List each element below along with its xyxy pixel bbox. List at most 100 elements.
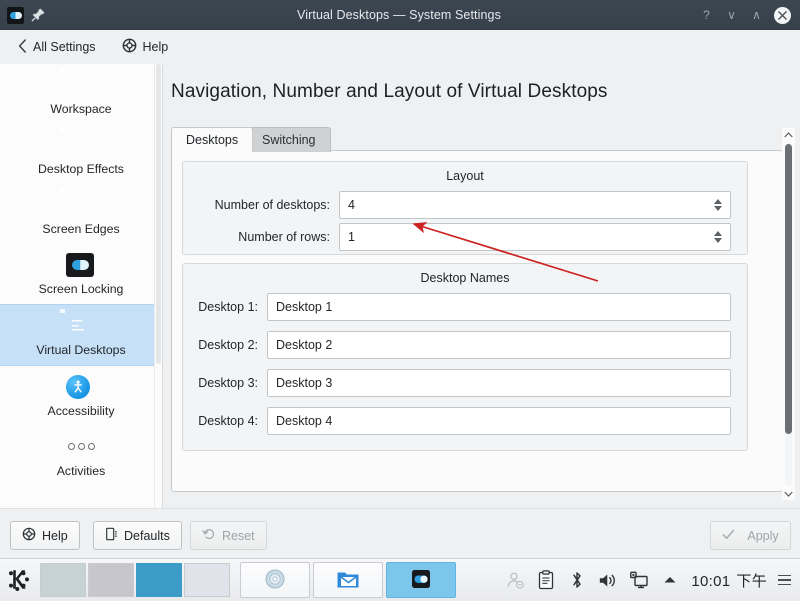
desktop-4-label: Desktop 4:	[198, 414, 258, 428]
checkmark-icon	[722, 528, 735, 544]
minimize-button[interactable]: ∨	[724, 8, 739, 23]
accessibility-icon	[66, 374, 96, 401]
apply-button[interactable]: Apply	[710, 521, 791, 550]
desktop-pager	[38, 563, 230, 597]
number-of-rows-input[interactable]	[340, 224, 730, 250]
desktop-names-group: Desktop Names Desktop 1: Desktop 2: Desk…	[182, 263, 748, 451]
help-button-label: Help	[42, 528, 68, 543]
number-of-rows-label: Number of rows:	[238, 230, 330, 244]
activities-dots-icon	[66, 435, 96, 461]
system-settings-icon	[409, 567, 433, 594]
screen-locking-icon	[66, 252, 96, 279]
sidebar-item-workspace[interactable]: Workspace	[0, 64, 162, 124]
workspace-icon	[60, 67, 96, 99]
task-button-mail[interactable]	[313, 562, 383, 598]
taskbar-clock[interactable]: 10:01 下午	[691, 570, 767, 591]
pager-desktop-1[interactable]	[40, 563, 86, 597]
task-button-system-settings[interactable]	[386, 562, 456, 598]
all-settings-label: All Settings	[33, 40, 96, 54]
sidebar-item-label: Screen Locking	[38, 281, 124, 296]
desktop-1-field[interactable]	[267, 293, 731, 321]
desktop-3-input[interactable]	[268, 370, 730, 396]
pin-icon[interactable]	[30, 7, 46, 23]
user-offline-icon[interactable]	[505, 569, 525, 591]
tab-desktops[interactable]: Desktops	[171, 127, 254, 152]
help-button-bottom[interactable]: Help	[10, 521, 80, 550]
toolbar-help-button[interactable]: Help	[116, 35, 175, 59]
main-scrollbar[interactable]	[782, 128, 795, 500]
defaults-button-label: Defaults	[124, 528, 170, 543]
bluetooth-icon[interactable]	[567, 569, 587, 591]
desktop-3-field[interactable]	[267, 369, 731, 397]
show-hidden-icon[interactable]	[660, 569, 680, 591]
scroll-up-icon[interactable]	[782, 128, 795, 141]
sidebar-scrollbar[interactable]	[154, 64, 162, 508]
window-title: Virtual Desktops — System Settings	[297, 8, 501, 22]
sidebar-item-screen-edges[interactable]: Screen Edges	[0, 184, 162, 244]
desktop-2-input[interactable]	[268, 332, 730, 358]
desktop-1-input[interactable]	[268, 294, 730, 320]
number-of-desktops-label: Number of desktops:	[214, 198, 330, 212]
help-button[interactable]: ?	[699, 8, 714, 23]
layout-group: Layout Number of desktops: Number of row…	[182, 161, 748, 255]
clipboard-icon[interactable]	[536, 569, 556, 591]
sidebar-item-desktop-effects[interactable]: Desktop Effects	[0, 124, 162, 184]
scrollbar-thumb[interactable]	[785, 144, 792, 434]
desktop-4-field[interactable]	[267, 407, 731, 435]
defaults-button[interactable]: Defaults	[93, 521, 182, 550]
stepper-arrows-icon[interactable]	[711, 227, 724, 247]
network-icon[interactable]	[629, 569, 649, 591]
virtual-desktops-icon	[60, 308, 96, 340]
sidebar-item-label: Workspace	[50, 101, 112, 116]
sidebar-item-label: Accessibility	[47, 403, 115, 418]
maximize-button[interactable]: ∧	[749, 8, 764, 23]
sidebar-item-label: Screen Edges	[42, 221, 120, 236]
number-of-rows-stepper[interactable]	[339, 223, 731, 251]
pager-desktop-2[interactable]	[88, 563, 134, 597]
sidebar-item-label: Desktop Effects	[38, 161, 124, 176]
reset-button[interactable]: Reset	[190, 521, 267, 550]
layout-group-title: Layout	[446, 169, 484, 183]
kde-k-menu-icon[interactable]	[0, 559, 38, 601]
task-button-disc[interactable]	[240, 562, 310, 598]
desktop-2-field[interactable]	[267, 331, 731, 359]
all-settings-button[interactable]: All Settings	[12, 36, 102, 59]
screen-edges-icon	[60, 187, 96, 219]
apply-button-label: Apply	[747, 528, 779, 543]
disc-icon	[263, 567, 287, 594]
desktop-2-label: Desktop 2:	[198, 338, 258, 352]
sidebar-item-virtual-desktops[interactable]: Virtual Desktops	[0, 304, 162, 366]
app-toolbar: All Settings Help	[0, 30, 800, 65]
reset-button-label: Reset	[222, 528, 255, 543]
number-of-desktops-input[interactable]	[340, 192, 730, 218]
lifebuoy-icon	[22, 527, 36, 544]
sidebar-item-label: Virtual Desktops	[36, 342, 126, 357]
stepper-arrows-icon[interactable]	[711, 195, 724, 215]
window-titlebar: Virtual Desktops — System Settings ? ∨ ∧	[0, 0, 800, 31]
pager-desktop-3[interactable]	[136, 563, 182, 597]
hamburger-icon[interactable]	[778, 574, 791, 586]
volume-icon[interactable]	[598, 569, 618, 591]
settings-sidebar: Workspace Desktop Effects Screen Edges S…	[0, 64, 163, 508]
defaults-icon	[105, 527, 118, 544]
close-button[interactable]	[774, 6, 791, 24]
desktop-3-label: Desktop 3:	[198, 376, 258, 390]
chevron-left-icon	[18, 38, 27, 56]
scroll-down-icon[interactable]	[782, 487, 795, 500]
desktop-4-input[interactable]	[268, 408, 730, 434]
system-settings-window: Virtual Desktops — System Settings ? ∨ ∧…	[0, 0, 800, 601]
number-of-desktops-stepper[interactable]	[339, 191, 731, 219]
dialog-button-bar: Help Defaults Reset Apply	[0, 508, 800, 559]
page-title: Navigation, Number and Layout of Virtual…	[171, 81, 608, 102]
desktop-taskbar: 10:01 下午	[0, 558, 800, 601]
tab-switching[interactable]: Switching	[247, 127, 331, 152]
mail-folder-icon	[336, 568, 360, 593]
clock-period: 下午	[736, 572, 767, 590]
lifebuoy-icon	[122, 38, 137, 56]
sidebar-item-accessibility[interactable]: Accessibility	[0, 366, 162, 426]
sidebar-item-screen-locking[interactable]: Screen Locking	[0, 244, 162, 304]
undo-icon	[202, 527, 216, 544]
pager-desktop-4[interactable]	[184, 563, 230, 597]
tab-bar: Desktops Switching	[171, 127, 783, 152]
sidebar-item-activities[interactable]: Activities	[0, 426, 162, 486]
